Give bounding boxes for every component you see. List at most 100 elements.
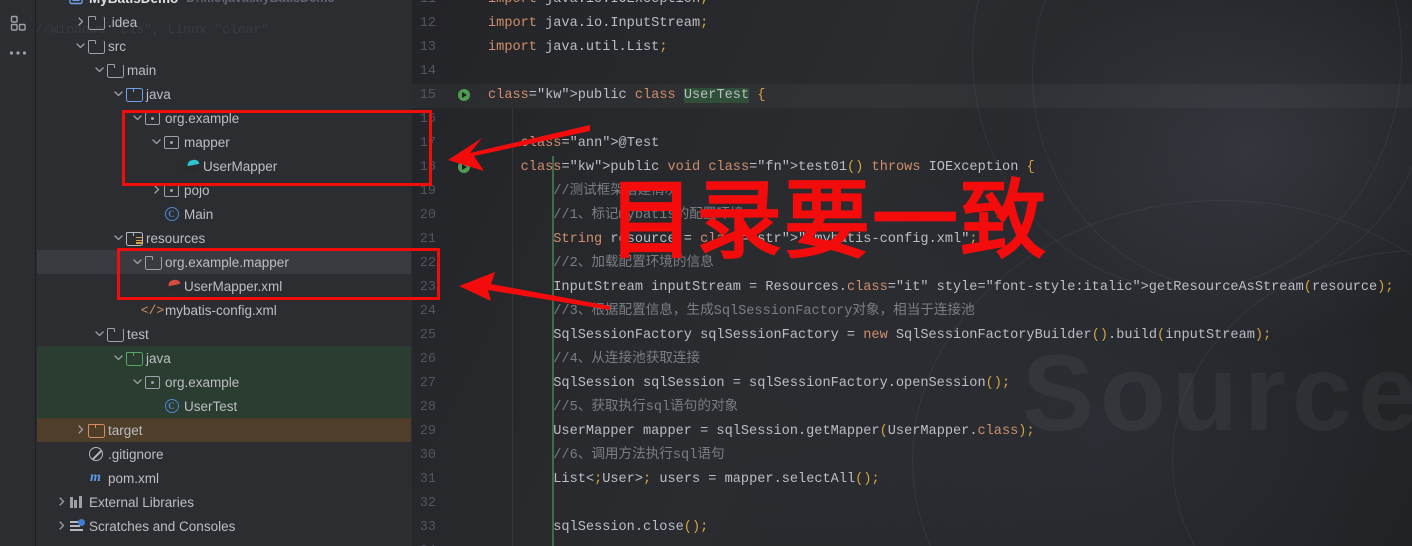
- line-number: 24: [419, 304, 436, 319]
- tree-item-target[interactable]: target: [37, 418, 411, 442]
- tree-item-pom-xml[interactable]: m pom.xml: [37, 466, 411, 490]
- tree-item-java[interactable]: java: [37, 82, 411, 106]
- tree-item-label: UserTest: [184, 398, 238, 414]
- java-class-icon: C: [163, 398, 180, 414]
- tree-item-java[interactable]: java: [37, 346, 411, 370]
- chevron-down-icon[interactable]: [112, 82, 125, 106]
- folder-icon: [106, 326, 124, 342]
- libraries-icon: [68, 494, 85, 510]
- line-number: 25: [419, 328, 436, 343]
- code-line[interactable]: //5、获取执行sql语句的对象: [488, 396, 738, 420]
- tree-item-src[interactable]: src: [37, 34, 411, 58]
- chevron-down-icon[interactable]: [74, 34, 87, 58]
- run-test-gutter-icon[interactable]: [458, 84, 474, 108]
- tree-item-external-libraries[interactable]: External Libraries: [37, 490, 411, 514]
- root-path: D:\file\java\MyBatisDemo: [186, 0, 335, 5]
- arrow-to-resources-box: [459, 272, 610, 310]
- chevron-right-icon[interactable]: [55, 514, 68, 538]
- code-line[interactable]: List<;User>; users = mapper.selectAll();: [488, 468, 879, 492]
- code-line[interactable]: sqlSession.close();: [488, 516, 708, 540]
- tree-item-usertest[interactable]: C UserTest: [37, 394, 411, 418]
- tree-item-scratches-and-consoles[interactable]: Scratches and Consoles: [37, 514, 411, 538]
- tree-item-label: test: [127, 326, 149, 342]
- no-twisty: [74, 442, 87, 466]
- package-icon: [144, 374, 161, 390]
- chevron-down-icon[interactable]: [93, 58, 106, 82]
- no-twisty: [150, 202, 163, 226]
- xml-icon: </>: [140, 302, 165, 318]
- chevron-right-icon[interactable]: [74, 10, 87, 34]
- folder-resource-icon: [125, 230, 143, 246]
- code-line[interactable]: UserMapper mapper = sqlSession.getMapper…: [488, 420, 1034, 444]
- tree-root-mybatisdemo[interactable]: MyBatisDemo D:\file\java\MyBatisDemo: [37, 0, 411, 10]
- no-twisty: [74, 466, 87, 490]
- code-line[interactable]: //6、调用方法执行sql语句: [488, 444, 724, 468]
- tree-item-label: java: [146, 86, 171, 102]
- tree-item-label: resources: [146, 230, 206, 246]
- line-number: 27: [419, 376, 436, 391]
- code-line[interactable]: import java.io.IOException;: [488, 0, 708, 12]
- folder-icon: [106, 62, 124, 78]
- chevron-down-icon[interactable]: [131, 370, 144, 394]
- line-number: 13: [419, 40, 436, 55]
- arrow-to-test-method: [448, 125, 590, 171]
- line-number: 29: [419, 424, 436, 439]
- root-label: MyBatisDemo: [89, 0, 178, 6]
- line-number: 33: [419, 520, 436, 535]
- line-number: 28: [419, 400, 436, 415]
- tree-item-main[interactable]: C Main: [37, 202, 411, 226]
- chevron-down-icon[interactable]: [112, 226, 125, 250]
- chevron-right-icon[interactable]: [55, 490, 68, 514]
- line-number: 20: [419, 208, 436, 223]
- gitignore-icon: [87, 446, 104, 462]
- line-number: 34: [412, 540, 436, 546]
- code-line[interactable]: //4、从连接池获取连接: [488, 348, 700, 372]
- activity-bar: [0, 0, 36, 546]
- code-content[interactable]: import java.io.IOException;import java.i…: [480, 0, 1412, 546]
- tree-item-label: pom.xml: [108, 470, 160, 486]
- more-options-icon[interactable]: [0, 38, 36, 68]
- no-twisty: [150, 394, 163, 418]
- tree-item-org-example[interactable]: org.example: [37, 370, 411, 394]
- code-line[interactable]: SqlSession sqlSession = sqlSessionFactor…: [488, 372, 1010, 396]
- module-icon: [68, 0, 85, 6]
- scratches-icon: [68, 518, 85, 534]
- tree-item-label: src: [108, 38, 126, 54]
- line-number: 14: [419, 64, 436, 79]
- tree-item--idea[interactable]: .idea: [37, 10, 411, 34]
- tree-item-label: mybatis-config.xml: [165, 302, 277, 318]
- code-line[interactable]: InputStream inputStream = Resources.clas…: [488, 276, 1393, 300]
- folder-icon: [87, 38, 105, 54]
- ide-window: //Windows "cls", Linux "clear" MyBatisDe…: [0, 0, 1412, 546]
- chevron-down-icon[interactable]: [55, 0, 68, 10]
- tree-item-label: Scratches and Consoles: [89, 518, 236, 534]
- tree-item-label: org.example: [165, 374, 240, 390]
- java-package-box: [122, 110, 432, 186]
- line-number: 15: [419, 88, 436, 103]
- chevron-right-icon[interactable]: [74, 418, 87, 442]
- tree-item-mybatis-config-xml[interactable]: </> mybatis-config.xml: [37, 298, 411, 322]
- tree-item-label: Main: [184, 206, 214, 222]
- tree-item-resources[interactable]: resources: [37, 226, 411, 250]
- folder-source-icon: [125, 86, 143, 102]
- tree-item-main[interactable]: main: [37, 58, 411, 82]
- tree-item-label: .idea: [108, 14, 138, 30]
- code-line[interactable]: class="kw">public class UserTest {: [488, 84, 765, 108]
- code-line[interactable]: import java.io.InputStream;: [488, 12, 708, 36]
- line-number: 32: [419, 496, 436, 511]
- folder-test-icon: [125, 350, 143, 366]
- annotation-note: 目录要一致: [608, 171, 1048, 271]
- tree-item-label: target: [108, 422, 143, 438]
- tree-item-label: .gitignore: [108, 446, 164, 462]
- java-class-icon: C: [163, 206, 180, 222]
- tree-item--gitignore[interactable]: .gitignore: [37, 442, 411, 466]
- chevron-down-icon[interactable]: [112, 346, 125, 370]
- code-line[interactable]: SqlSessionFactory sqlSessionFactory = ne…: [488, 324, 1271, 348]
- tree-item-label: main: [127, 62, 157, 78]
- chevron-down-icon[interactable]: [93, 322, 106, 346]
- tree-item-test[interactable]: test: [37, 322, 411, 346]
- code-line[interactable]: import java.util.List;: [488, 36, 668, 60]
- folder-excluded-icon: [87, 422, 105, 438]
- line-number: 26: [419, 352, 436, 367]
- project-icon[interactable]: [0, 8, 36, 38]
